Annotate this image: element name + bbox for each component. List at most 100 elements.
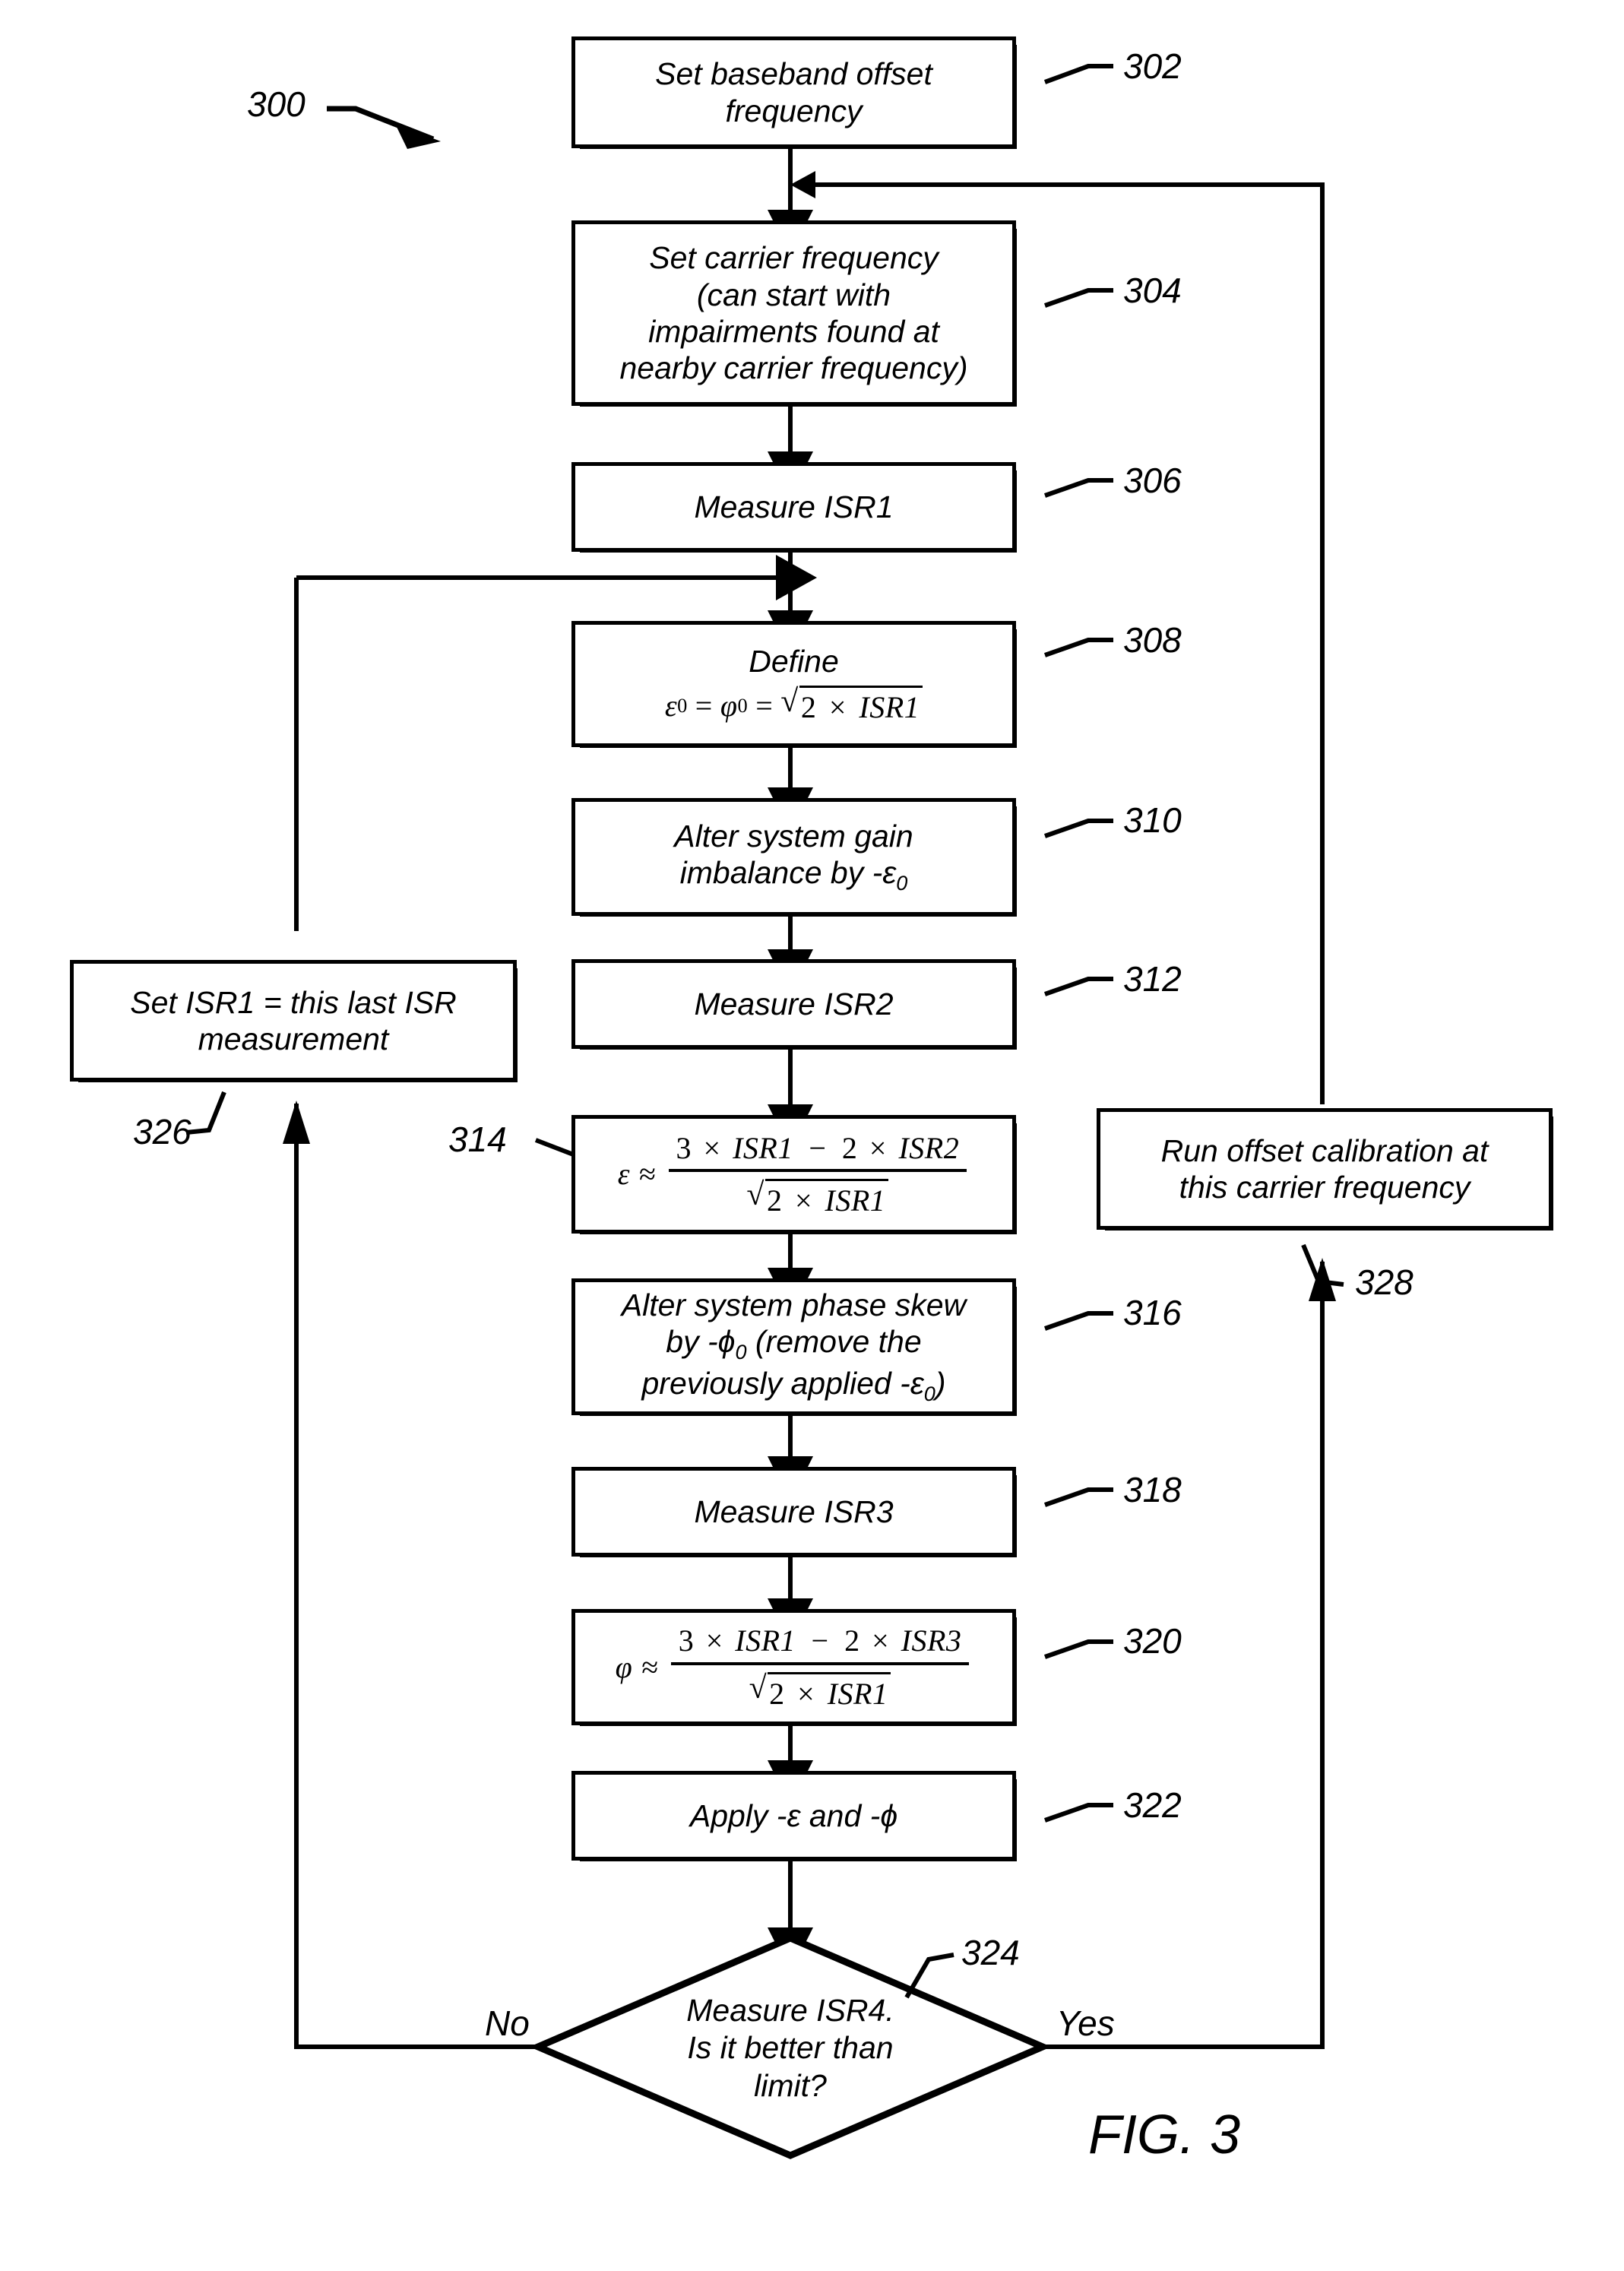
formula-320-times-2: × (872, 1623, 890, 1658)
formula-308-sqrt: √ 2 × ISR1 (780, 686, 923, 725)
formula-320-two: 2 (844, 1623, 860, 1658)
node-304-line-1: Set carrier frequency (649, 240, 939, 276)
ref-leader-308 (1044, 638, 1113, 657)
refnum-302: 302 (1123, 46, 1182, 86)
refnum-300: 300 (247, 84, 305, 124)
formula-314-sqrt: √ 2 × ISR1 (746, 1177, 889, 1218)
formula-320-approx: ≈ (641, 1649, 659, 1684)
node-308-title: Define (749, 643, 839, 679)
formula-308-eq2: = (755, 688, 774, 723)
radical-icon: √ (780, 684, 799, 720)
node-316-phi: ϕ (717, 1324, 736, 1360)
node-314-formula: ε ≈ 3 × ISR1 − 2 × ISR2 √ 2 × ISR1 (618, 1130, 970, 1218)
node-316-line-1: Alter system phase skew (621, 1287, 967, 1322)
refnum-308: 308 (1123, 620, 1182, 660)
formula-308-phi-sub: 0 (737, 693, 749, 717)
node-316-phi-sub: 0 (735, 1341, 747, 1364)
formula-314-times-1: × (703, 1130, 721, 1165)
node-304-line-3: impairments found at (648, 314, 939, 349)
ref-leader-322 (1044, 1803, 1113, 1823)
refnum-318: 318 (1123, 1470, 1182, 1509)
refnum-328: 328 (1355, 1262, 1413, 1302)
refnum-316: 316 (1123, 1293, 1182, 1332)
node-326-line-2: measurement (198, 1021, 389, 1056)
node-314-compute-epsilon[interactable]: ε ≈ 3 × ISR1 − 2 × ISR2 √ 2 × ISR1 (571, 1115, 1017, 1234)
refnum-304: 304 (1123, 271, 1182, 310)
formula-320-den-two: 2 (769, 1676, 785, 1711)
edge-label-no: No (485, 2003, 530, 2043)
node-316-line-2b: (remove the (746, 1324, 922, 1360)
ref-leader-304 (1044, 288, 1113, 308)
formula-320-isr1: ISR1 (735, 1623, 796, 1658)
edge-324-326-no (283, 1101, 538, 2049)
node-308-formula: ε0 = φ0 = √ 2 × ISR1 (665, 686, 923, 725)
formula-314-den-times: × (794, 1183, 813, 1218)
ref-leader-316 (1044, 1311, 1113, 1331)
node-322-label: Apply -ε and -ϕ (689, 1797, 898, 1833)
node-322-apply-epsilon-phi[interactable]: Apply -ε and -ϕ (571, 1771, 1017, 1861)
node-310-epsilon-sub: 0 (896, 872, 908, 895)
node-316-alter-system-phase-skew[interactable]: Alter system phase skew by -ϕ0 (remove t… (571, 1278, 1017, 1416)
node-328-run-offset-calibration[interactable]: Run offset calibration at this carrier f… (1097, 1108, 1553, 1231)
edge-324-328-yes (1043, 1258, 1336, 2049)
node-316-line-3a: previously applied - (641, 1366, 910, 1402)
refnum-306: 306 (1123, 461, 1182, 500)
node-326-set-isr1-last-measurement[interactable]: Set ISR1 = this last ISR measurement (70, 960, 518, 1082)
node-308-define[interactable]: Define ε0 = φ0 = √ 2 × ISR1 (571, 621, 1017, 748)
refnum-326: 326 (133, 1112, 192, 1151)
formula-308-epsilon-sub: 0 (677, 693, 688, 717)
node-324-line-3: limit? (754, 2067, 827, 2103)
node-312-label: Measure ISR2 (694, 986, 894, 1021)
node-304-line-2: (can start with (696, 277, 891, 312)
node-302-set-baseband-offset-frequency[interactable]: Set baseband offset frequency (571, 36, 1017, 149)
formula-320-fraction: 3 × ISR1 − 2 × ISR3 √ 2 × ISR1 (670, 1623, 970, 1712)
node-306-measure-isr1[interactable]: Measure ISR1 (571, 462, 1017, 553)
formula-320-den-times: × (797, 1676, 815, 1711)
formula-308-isr1: ISR1 (859, 690, 920, 725)
refnum-310: 310 (1123, 800, 1182, 840)
node-318-measure-isr3[interactable]: Measure ISR3 (571, 1467, 1017, 1557)
node-328-line-2: this carrier frequency (1179, 1170, 1470, 1205)
node-306-label: Measure ISR1 (694, 489, 894, 524)
refnum-320: 320 (1123, 1621, 1182, 1661)
node-304-set-carrier-frequency[interactable]: Set carrier frequency (can start with im… (571, 220, 1017, 407)
formula-308-phi: φ (720, 688, 738, 723)
formula-320-sqrt: √ 2 × ISR1 (749, 1670, 891, 1712)
formula-314-epsilon: ε (617, 1157, 631, 1192)
formula-308-eq1: = (695, 688, 713, 723)
node-324-line-1: Measure ISR4. (686, 1993, 894, 2029)
node-302-line-1: Set baseband offset (655, 56, 932, 92)
formula-308-two: 2 (800, 690, 817, 725)
radical-icon: √ (746, 1177, 765, 1212)
formula-320-isr3: ISR3 (901, 1623, 962, 1658)
node-310-alter-system-gain-imbalance[interactable]: Alter system gain imbalance by -ε0 (571, 798, 1017, 917)
formula-314-fraction: 3 × ISR1 − 2 × ISR2 √ 2 × ISR1 (668, 1130, 967, 1218)
formula-314-isr2: ISR2 (898, 1130, 960, 1165)
node-310-line-1: Alter system gain (674, 818, 913, 854)
formula-308-epsilon: ε (664, 688, 678, 723)
ref-leader-310 (1044, 819, 1113, 838)
node-316-line-2a: by - (666, 1324, 718, 1360)
formula-314-two: 2 (841, 1130, 858, 1165)
refnum-324: 324 (961, 1933, 1020, 1972)
node-318-label: Measure ISR3 (694, 1493, 894, 1529)
node-316-epsilon: ε (910, 1366, 924, 1402)
node-302-line-2: frequency (725, 93, 863, 128)
ref-leader-320 (1044, 1639, 1113, 1659)
node-324-decision-text-wrap[interactable]: Measure ISR4. Is it better than limit? (578, 1965, 1003, 2132)
formula-308-times: × (828, 690, 847, 725)
formula-314-times-2: × (869, 1130, 887, 1165)
formula-314-approx: ≈ (639, 1157, 657, 1192)
radical-icon: √ (749, 1670, 768, 1706)
node-320-formula: φ ≈ 3 × ISR1 − 2 × ISR3 √ 2 × ISR1 (616, 1623, 973, 1711)
figure-ref-300-leader (327, 106, 441, 149)
node-312-measure-isr2[interactable]: Measure ISR2 (571, 959, 1017, 1050)
refnum-312: 312 (1123, 959, 1182, 999)
node-324-label: Measure ISR4. Is it better than limit? (578, 1965, 1003, 2132)
edge-label-yes: Yes (1056, 2003, 1115, 2043)
node-320-compute-phi[interactable]: φ ≈ 3 × ISR1 − 2 × ISR3 √ 2 × ISR1 (571, 1609, 1017, 1726)
formula-320-times-1: × (705, 1623, 723, 1658)
node-316-epsilon-sub: 0 (923, 1383, 935, 1406)
ref-leader-326 (185, 1091, 226, 1135)
formula-314-minus: − (809, 1130, 827, 1165)
